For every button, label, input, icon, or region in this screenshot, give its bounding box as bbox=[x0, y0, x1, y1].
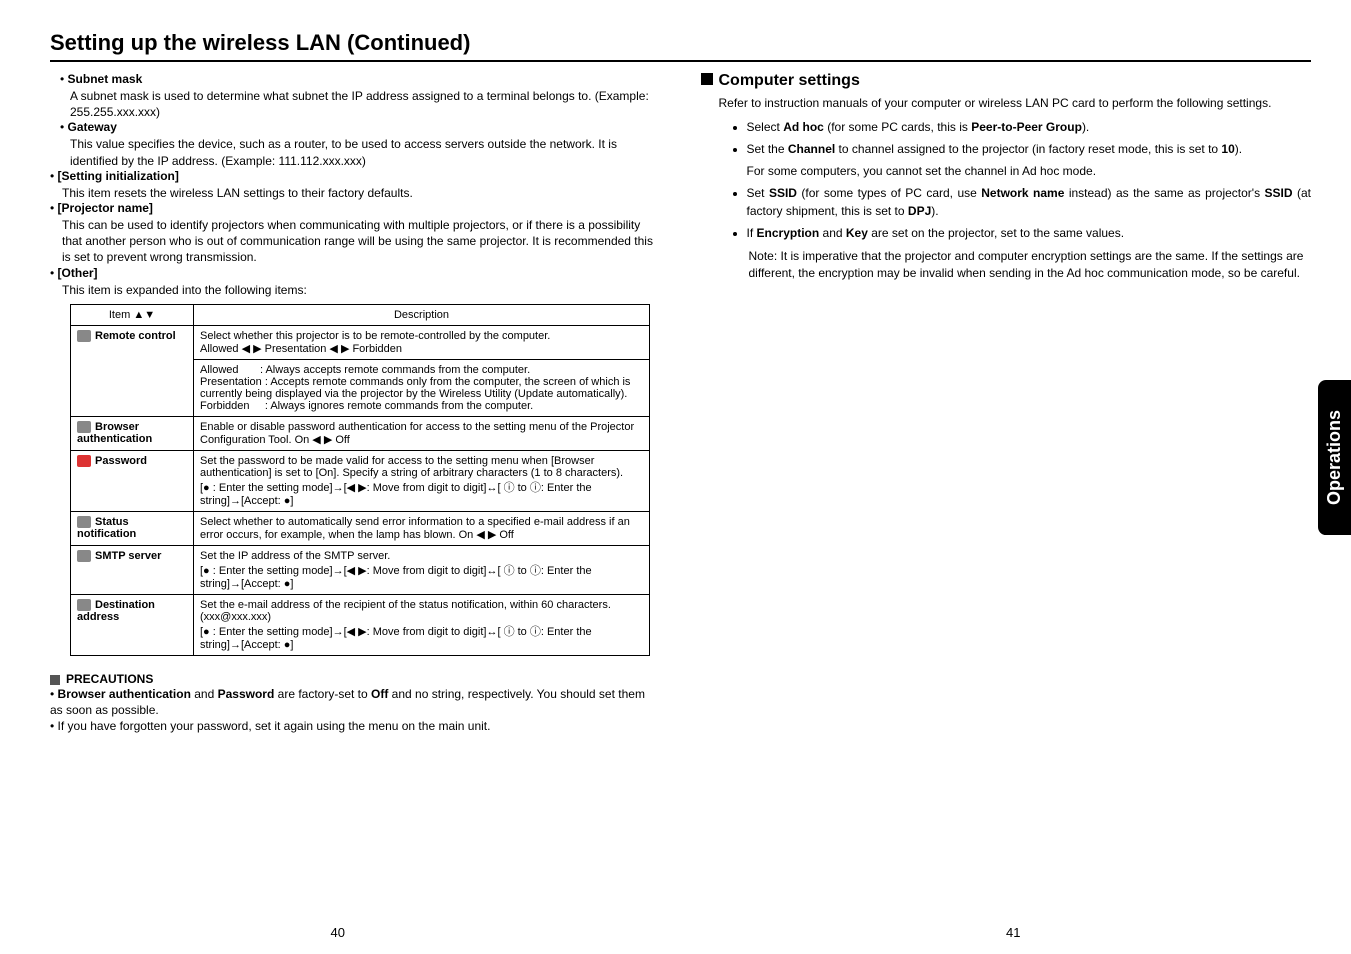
presentation-desc: : Accepts remote commands only from the … bbox=[200, 376, 630, 400]
setting-init-text: This item resets the wireless LAN settin… bbox=[62, 185, 661, 201]
prec-factory: are factory-set to bbox=[274, 687, 371, 701]
bullet-channel: Set the Channel to channel assigned to t… bbox=[747, 140, 1312, 180]
prec-p2: If you have forgotten your password, set… bbox=[58, 719, 491, 733]
dest-icon bbox=[77, 599, 91, 611]
channel-note: For some computers, you cannot set the c… bbox=[747, 162, 1312, 180]
prec-browser: Browser authentication bbox=[58, 687, 191, 701]
precautions-heading: PRECAUTIONS bbox=[50, 672, 661, 686]
row-smtp-desc2: [● : Enter the setting mode]→[◀ ▶: Move … bbox=[200, 562, 643, 590]
allowed-desc: : Always accepts remote commands from th… bbox=[260, 364, 530, 376]
row-dest-desc: Set the e-mail address of the recipient … bbox=[200, 599, 643, 623]
prec-off: Off bbox=[371, 687, 388, 701]
left-column: • Subnet mask A subnet mask is used to d… bbox=[50, 72, 661, 733]
side-tab-operations: Operations bbox=[1318, 380, 1351, 535]
other-label: [Other] bbox=[58, 266, 98, 280]
row-password-desc2: [● : Enter the setting mode]→[◀ ▶: Move … bbox=[200, 479, 643, 507]
note-block: Note: It is imperative that the projecto… bbox=[749, 248, 1312, 282]
allowed-label: Allowed bbox=[200, 364, 239, 376]
row-browser-desc: Enable or disable password authenticatio… bbox=[194, 416, 650, 450]
projector-name-label: [Projector name] bbox=[58, 201, 153, 215]
remote-line2: Allowed ◀ ▶ Presentation ◀ ▶ Forbidden bbox=[200, 342, 643, 355]
page-number-left: 40 bbox=[331, 925, 345, 940]
presentation-label: Presentation bbox=[200, 376, 262, 388]
th-item: Item ▲▼ bbox=[71, 304, 194, 325]
page-title: Setting up the wireless LAN (Continued) bbox=[50, 30, 1311, 62]
settings-table: Item ▲▼ Description Remote control Selec… bbox=[70, 304, 650, 656]
row-remote-name: Remote control bbox=[95, 330, 176, 342]
smtp-icon bbox=[77, 550, 91, 562]
row-smtp-name: SMTP server bbox=[95, 550, 161, 562]
bullet-adhoc: Select Ad hoc (for some PC cards, this i… bbox=[747, 118, 1312, 136]
subnet-text: A subnet mask is used to determine what … bbox=[70, 88, 661, 120]
right-intro: Refer to instruction manuals of your com… bbox=[719, 94, 1312, 112]
other-text: This item is expanded into the following… bbox=[62, 282, 661, 298]
status-icon bbox=[77, 516, 91, 528]
remote-icon bbox=[77, 330, 91, 342]
gateway-label: Gateway bbox=[68, 120, 117, 134]
setting-init-label: [Setting initialization] bbox=[58, 169, 179, 183]
bullet-encryption: If Encryption and Key are set on the pro… bbox=[747, 224, 1312, 242]
forbidden-label: Forbidden bbox=[200, 400, 250, 412]
remote-line1: Select whether this projector is to be r… bbox=[200, 330, 643, 342]
page-number-right: 41 bbox=[1006, 925, 1020, 940]
row-password-name: Password bbox=[95, 455, 147, 467]
row-dest-desc2: [● : Enter the setting mode]→[◀ ▶: Move … bbox=[200, 623, 643, 651]
browser-icon bbox=[77, 421, 91, 433]
bullet-ssid: Set SSID (for some types of PC card, use… bbox=[747, 184, 1312, 220]
gateway-text: This value specifies the device, such as… bbox=[70, 136, 661, 168]
computer-settings-heading: Computer settings bbox=[701, 72, 1312, 90]
row-password-desc: Set the password to be made valid for ac… bbox=[200, 455, 643, 479]
updown-icon: ▲▼ bbox=[133, 309, 155, 321]
right-column: Computer settings Refer to instruction m… bbox=[701, 72, 1312, 733]
forbidden-desc: : Always ignores remote commands from th… bbox=[265, 400, 533, 412]
prec-password: Password bbox=[218, 687, 275, 701]
password-icon bbox=[77, 455, 91, 467]
th-desc: Description bbox=[194, 304, 650, 325]
subnet-label: Subnet mask bbox=[68, 72, 143, 86]
prec-and: and bbox=[191, 687, 218, 701]
row-status-desc: Select whether to automatically send err… bbox=[194, 511, 650, 545]
row-smtp-desc: Set the IP address of the SMTP server. bbox=[200, 550, 643, 562]
projector-name-text: This can be used to identify projectors … bbox=[62, 217, 661, 266]
